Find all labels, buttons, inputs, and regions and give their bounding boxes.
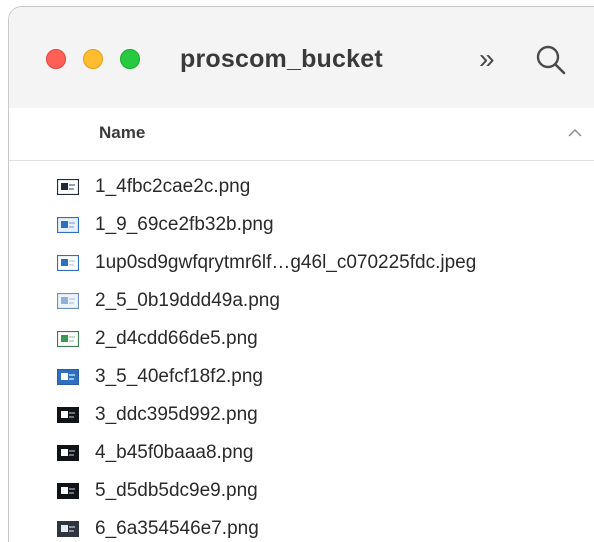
file-name: 2_d4cdd66de5.png [95, 328, 258, 349]
column-header-name[interactable]: Name [99, 123, 145, 143]
file-row[interactable]: 3_ddc395d992.png [9, 398, 594, 432]
image-file-icon [56, 482, 80, 500]
image-file-icon [56, 330, 80, 348]
file-name: 1_4fbc2cae2c.png [95, 176, 251, 197]
search-icon[interactable] [534, 43, 568, 77]
image-file-icon [56, 520, 80, 538]
image-file-icon [56, 444, 80, 462]
image-file-icon [56, 178, 80, 196]
file-row[interactable]: 2_d4cdd66de5.png [9, 322, 594, 356]
file-row[interactable]: 4_b45f0baaa8.png [9, 436, 594, 470]
image-file-icon [56, 368, 80, 386]
file-name: 1_9_69ce2fb32b.png [95, 214, 274, 235]
image-file-icon [56, 406, 80, 424]
chevron-double-right-icon[interactable]: » [479, 44, 495, 74]
toolbar: proscom_bucket » [9, 7, 594, 109]
image-file-icon [56, 292, 80, 310]
file-row[interactable]: 2_5_0b19ddd49a.png [9, 284, 594, 318]
file-name: 1up0sd9gwfqrytmr6lf…g46l_c070225fdc.jpeg [95, 252, 477, 273]
file-row[interactable]: 1_9_69ce2fb32b.png [9, 208, 594, 242]
file-name: 5_d5db5dc9e9.png [95, 480, 258, 501]
file-name: 4_b45f0baaa8.png [95, 442, 254, 463]
file-row[interactable]: 1up0sd9gwfqrytmr6lf…g46l_c070225fdc.jpeg [9, 246, 594, 280]
file-row[interactable]: 6_6a354546e7.png [9, 512, 594, 542]
file-name: 6_6a354546e7.png [95, 518, 259, 539]
file-name: 3_ddc395d992.png [95, 404, 258, 425]
minimize-button[interactable] [83, 49, 103, 69]
file-name: 3_5_40efcf18f2.png [95, 366, 263, 387]
file-row[interactable]: 5_d5db5dc9e9.png [9, 474, 594, 508]
window-title: proscom_bucket [180, 45, 383, 73]
chevron-up-icon[interactable] [567, 126, 583, 138]
file-name: 2_5_0b19ddd49a.png [95, 290, 280, 311]
finder-window: proscom_bucket » Name 1_4fbc2cae2c.png 1_… [8, 6, 594, 542]
image-file-icon [56, 254, 80, 272]
image-file-icon [56, 216, 80, 234]
list-header: Name [9, 108, 594, 161]
close-button[interactable] [46, 49, 66, 69]
file-row[interactable]: 1_4fbc2cae2c.png [9, 170, 594, 204]
zoom-button[interactable] [120, 49, 140, 69]
file-row[interactable]: 3_5_40efcf18f2.png [9, 360, 594, 394]
